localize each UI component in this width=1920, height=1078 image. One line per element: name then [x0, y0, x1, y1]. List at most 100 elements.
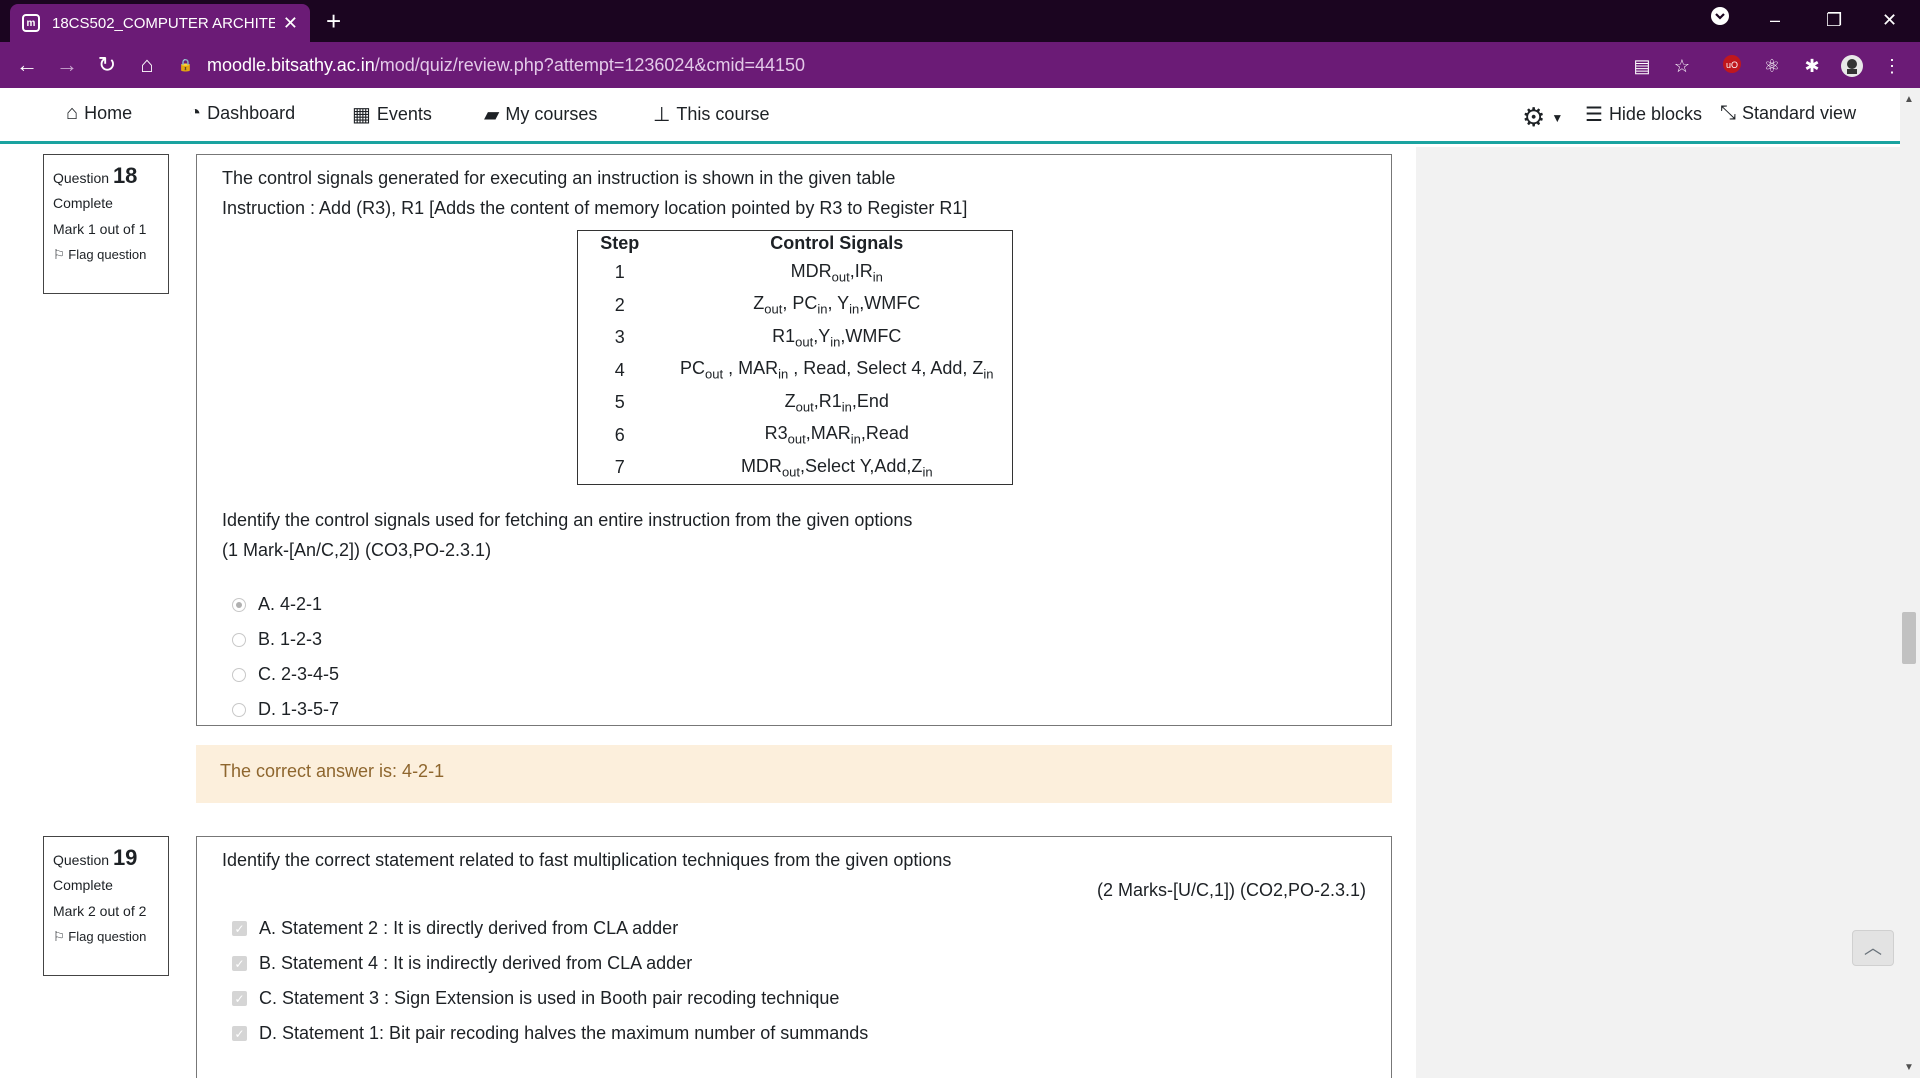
answer-options: A. 4-2-1 B. 1-2-3 C. 2-3-4-5 D. 1-3-5-7: [222, 587, 1366, 727]
answer-option-b[interactable]: ✓ B. Statement 4 : It is indirectly deri…: [222, 946, 1366, 981]
forward-icon[interactable]: →: [52, 50, 82, 80]
answer-options: ✓ A. Statement 2 : It is directly derive…: [222, 911, 1366, 1051]
hide-blocks-button[interactable]: ☰ Hide blocks: [1585, 102, 1702, 127]
flag-question-label: Flag question: [68, 929, 147, 944]
step-cell: 6: [614, 424, 625, 445]
question-state: Complete: [53, 877, 113, 893]
answer-option-c[interactable]: C. 2-3-4-5: [222, 657, 1366, 692]
calendar-icon: ▦: [352, 104, 371, 126]
signals-cell: MDRout,Select Y,Add,Zin: [740, 455, 933, 480]
question-marks: (1 Mark-[An/C,2]) (CO3,PO-2.3.1): [222, 540, 492, 560]
dashboard-gauge-icon: ◔: [189, 102, 202, 124]
react-devtools-icon[interactable]: ⚛: [1760, 54, 1784, 78]
table-row: 2 Zout, PCin, Yin,WMFC: [578, 289, 1013, 322]
nav-home[interactable]: ⌂ Home: [66, 102, 132, 125]
ublock-icon[interactable]: uO: [1720, 54, 1744, 78]
table-header-row: Step Control Signals: [578, 231, 1013, 257]
answer-label: C. 2-3-4-5: [258, 664, 340, 684]
browser-tab-bar: m 18CS502_COMPUTER ARCHITECTURE ✕ + – ❐ …: [0, 0, 1920, 42]
table-row: 1 MDRout,IRin: [578, 257, 1013, 290]
minimize-icon[interactable]: –: [1770, 6, 1780, 34]
answer-option-c[interactable]: ✓ C. Statement 3 : Sign Extension is use…: [222, 981, 1366, 1016]
question-label: Question: [53, 170, 110, 186]
question-18-content: The control signals generated for execut…: [196, 154, 1392, 726]
reload-icon[interactable]: ↻: [92, 50, 122, 80]
reader-mode-icon[interactable]: ▤: [1630, 54, 1654, 78]
moodle-navbar: ⌂ Home ◔ Dashboard ▦ Events ▰ My courses…: [0, 88, 1900, 144]
answer-option-a[interactable]: ✓ A. Statement 2 : It is directly derive…: [222, 911, 1366, 946]
nav-my-courses[interactable]: ▰ My courses: [484, 102, 597, 127]
signals-cell: MDRout,IRin: [790, 260, 883, 285]
table-row: 5 Zout,R1in,End: [578, 387, 1013, 420]
nav-this-course[interactable]: ⊥ This course: [653, 102, 769, 127]
radio-button[interactable]: [232, 702, 246, 717]
question-number: Question 18: [53, 163, 159, 189]
question-text-line-1: The control signals generated for execut…: [222, 168, 896, 188]
scroll-up-arrow-icon[interactable]: ▲: [1904, 94, 1914, 105]
page-scrollbar[interactable]: [1900, 88, 1920, 1078]
answer-label: A. 4-2-1: [258, 594, 323, 614]
home-icon[interactable]: ⌂: [132, 50, 162, 80]
flag-question-link[interactable]: ⚐ Flag question: [53, 929, 159, 945]
answer-option-a[interactable]: A. 4-2-1: [222, 587, 1366, 622]
flag-question-link[interactable]: ⚐ Flag question: [53, 247, 159, 263]
checkbox-checked[interactable]: ✓: [232, 1026, 247, 1041]
checkbox-checked[interactable]: ✓: [232, 956, 247, 971]
compress-icon: ⤡: [1720, 102, 1736, 124]
question-grade: Mark 2 out of 2: [53, 903, 147, 919]
browser-menu-icon[interactable]: ⋮: [1880, 54, 1904, 78]
back-to-top-button[interactable]: ︿: [1852, 930, 1894, 966]
nav-events[interactable]: ▦ Events: [352, 102, 432, 127]
table-header-step: Step: [600, 233, 640, 254]
caret-down-icon: ▼: [1551, 110, 1564, 125]
question-number-value: 18: [112, 163, 138, 188]
checkbox-checked[interactable]: ✓: [232, 921, 247, 936]
radio-button[interactable]: [232, 667, 246, 682]
tab-search-icon[interactable]: [1710, 6, 1730, 34]
restore-icon[interactable]: ❐: [1826, 6, 1842, 34]
answer-label: B. 1-2-3: [258, 629, 323, 649]
bookmark-star-icon[interactable]: ☆: [1670, 54, 1694, 78]
radio-button-checked[interactable]: [232, 597, 246, 612]
chevron-up-icon: ︿: [1864, 938, 1882, 958]
scrollbar-thumb[interactable]: [1902, 612, 1916, 664]
step-cell: 4: [614, 359, 625, 380]
back-icon[interactable]: ←: [12, 50, 42, 80]
table-row: 7 MDRout,Select Y,Add,Zin: [578, 452, 1013, 485]
flag-icon: ⚐: [53, 247, 65, 262]
scroll-down-arrow-icon[interactable]: ▼: [1904, 1062, 1914, 1073]
settings-menu[interactable]: ⚙ ▼: [1522, 102, 1563, 133]
nav-dashboard[interactable]: ◔ Dashboard: [189, 102, 295, 125]
table-row: 4 PCout , MARin , Read, Select 4, Add, Z…: [578, 354, 1013, 387]
control-signals-table: Step Control Signals 1 MDRout,IRin 2 Zou…: [577, 230, 1013, 485]
url-path: /mod/quiz/review.php?attempt=1236024&cmi…: [374, 54, 806, 75]
browser-tab[interactable]: m 18CS502_COMPUTER ARCHITECTURE ✕: [10, 4, 310, 42]
extensions-icon[interactable]: ✱: [1800, 54, 1824, 78]
profile-avatar-icon[interactable]: [1840, 54, 1864, 78]
table-row: 3 R1out,Yin,WMFC: [578, 322, 1013, 355]
close-window-icon[interactable]: ✕: [1882, 6, 1897, 34]
close-tab-icon[interactable]: ✕: [283, 13, 298, 34]
question-number: Question 19: [53, 845, 159, 871]
signals-cell: Zout, PCin, Yin,WMFC: [753, 293, 921, 318]
flag-question-label: Flag question: [68, 247, 147, 262]
answer-option-b[interactable]: B. 1-2-3: [222, 622, 1366, 657]
question-text-line-3: Identify the control signals used for fe…: [222, 510, 913, 530]
step-cell: 2: [614, 294, 625, 315]
sitemap-icon: ⊥: [653, 104, 671, 126]
nav-my-courses-label: My courses: [505, 104, 598, 124]
url-field[interactable]: 🔒 moodle.bitsathy.ac.in/mod/quiz/review.…: [178, 50, 1618, 80]
new-tab-icon[interactable]: +: [326, 6, 341, 36]
question-grade: Mark 1 out of 1: [53, 221, 147, 237]
answer-option-d[interactable]: ✓ D. Statement 1: Bit pair recoding halv…: [222, 1016, 1366, 1051]
question-18-info: Question 18 Complete Mark 1 out of 1 ⚐ F…: [43, 154, 169, 294]
checkbox-checked[interactable]: ✓: [232, 991, 247, 1006]
answer-option-d[interactable]: D. 1-3-5-7: [222, 692, 1366, 727]
list-icon: ☰: [1585, 104, 1603, 126]
step-cell: 7: [614, 457, 625, 477]
standard-view-button[interactable]: ⤡ Standard view: [1720, 102, 1856, 125]
answer-label: B. Statement 4 : It is indirectly derive…: [259, 953, 693, 973]
radio-button[interactable]: [232, 632, 246, 647]
signals-cell: R1out,Yin,WMFC: [772, 325, 902, 350]
briefcase-icon: ▰: [484, 104, 500, 126]
